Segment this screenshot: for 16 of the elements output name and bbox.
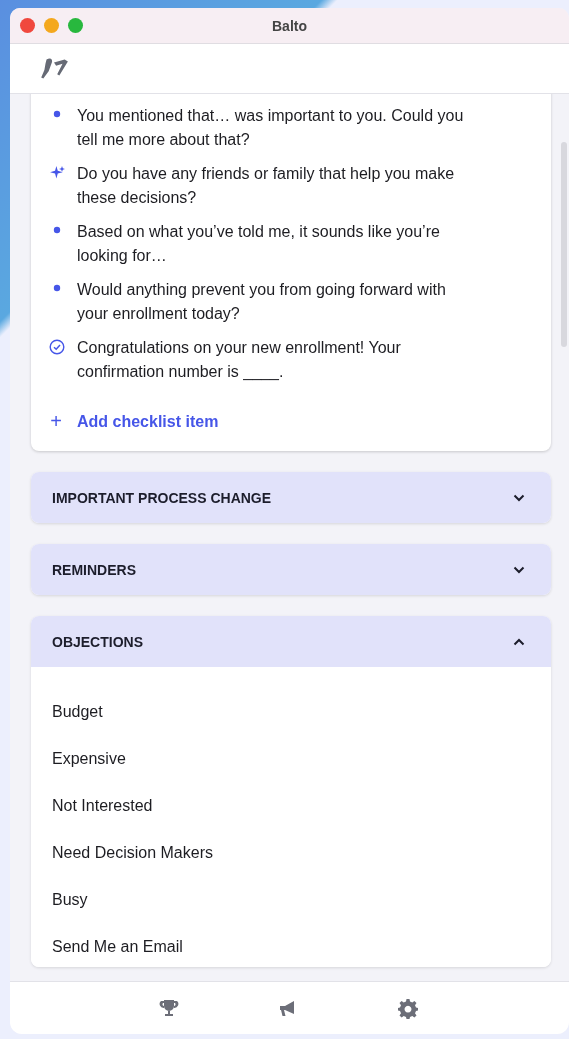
add-checklist-item-button[interactable]: + Add checklist item xyxy=(49,410,219,433)
objection-item[interactable]: Need Decision Makers xyxy=(31,826,551,873)
section-header[interactable]: OBJECTIONS xyxy=(31,616,551,667)
objection-item[interactable]: Expensive xyxy=(31,732,551,779)
checklist-item: Congratulations on your new enrollment! Your confirmation number is ____. xyxy=(77,338,402,383)
checklist-item: Would anything prevent you from going forward with your enrollment today? xyxy=(77,280,447,324)
checklist-item: Do you have any friends or family that help you make these decisions? xyxy=(77,164,456,208)
checklist-item: Based on what you’ve told me, it sounds like you’re looking for… xyxy=(77,222,441,266)
objection-item[interactable]: Send Me an Email xyxy=(31,920,551,967)
objection-item[interactable]: Not Interested xyxy=(31,779,551,826)
window-title: Balto xyxy=(272,17,307,34)
objection-item[interactable]: Busy xyxy=(31,873,551,920)
section-header[interactable]: IMPORTANT PROCESS CHANGE xyxy=(31,472,551,523)
section-header[interactable]: REMINDERS xyxy=(31,544,551,595)
checklist-item: You mentioned that… was important to you. Could you tell me more about that? xyxy=(77,106,465,150)
objection-item[interactable]: Budget xyxy=(31,685,551,732)
